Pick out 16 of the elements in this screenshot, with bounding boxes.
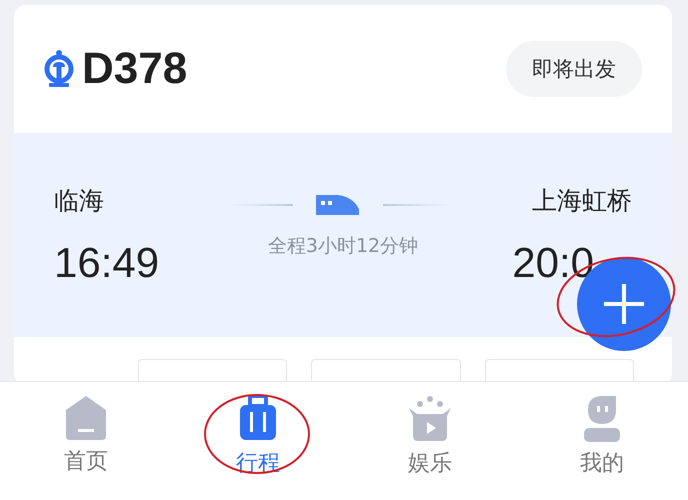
play-box-icon — [407, 396, 453, 442]
departure-station: 临海 — [54, 184, 104, 216]
train-number: D378 — [82, 44, 188, 94]
arrival-time: 20:0 — [512, 238, 594, 286]
railway-logo-icon — [44, 49, 74, 89]
plus-icon — [604, 284, 644, 324]
nav-tab[interactable]: 娱乐 — [344, 382, 516, 500]
departure-time: 16:49 — [54, 238, 160, 286]
nav-tab[interactable]: 首页 — [0, 382, 172, 500]
status-button[interactable]: 即将出发 — [506, 41, 642, 97]
person-icon — [582, 396, 622, 442]
luggage-icon — [238, 396, 278, 442]
arrival-station: 上海虹桥 — [532, 184, 632, 216]
trip-duration: 全程3小时12分钟 — [268, 234, 418, 259]
home-icon — [66, 396, 106, 440]
nav-tab[interactable]: 我的 — [516, 382, 688, 500]
